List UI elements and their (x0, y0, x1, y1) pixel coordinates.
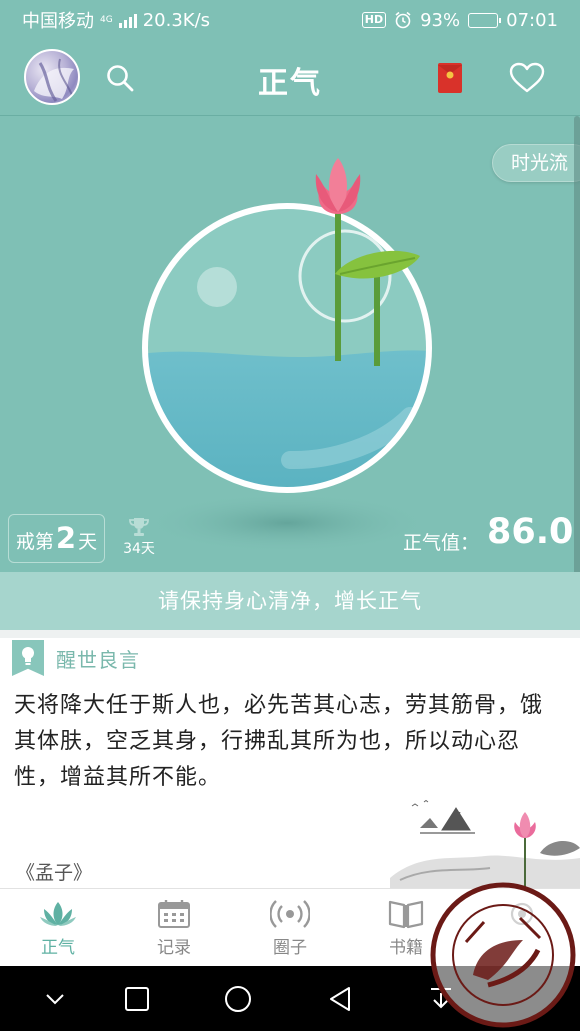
trophy-icon (129, 518, 149, 536)
lightbulb-icon (12, 640, 44, 676)
heart-icon (509, 62, 545, 93)
page-title: 正气 (258, 66, 322, 101)
scrollbar[interactable] (574, 116, 580, 572)
tab-records[interactable]: 记录 (116, 889, 232, 967)
tab-label: 书籍 (389, 938, 423, 958)
clock: 07:01 (506, 9, 558, 31)
app-header: 正气 (0, 40, 580, 116)
tab-label: 圈子 (273, 938, 307, 958)
tab-circle[interactable]: 圈子 (232, 889, 348, 967)
battery-percent: 93% (420, 9, 461, 31)
triangle-back-icon (330, 987, 350, 1011)
tab-label: 正气 (41, 938, 75, 958)
quote-text: 天将降大任于斯人也，必先苦其心志，劳其筋骨，饿其体肤，空乏其身，行拂乱其所为也，… (14, 693, 544, 790)
zhengqi-value: 86.0 (487, 512, 574, 552)
motto-banner: 请保持身心清净，增长正气 (0, 572, 580, 630)
tab-label: 记录 (157, 938, 191, 958)
avatar-image (34, 58, 74, 102)
tab-zhengqi[interactable]: 正气 (0, 889, 116, 967)
favorites-button[interactable] (505, 58, 549, 98)
battery-icon (468, 12, 502, 28)
bowl-shadow (142, 493, 432, 553)
book-icon (388, 900, 424, 929)
status-left: 中国移动 4G 20.3K/s (22, 7, 210, 33)
network-type: 4G (100, 14, 113, 25)
quote-source: 《孟子》 (16, 862, 93, 884)
alarm-icon (395, 11, 411, 29)
lotus-icon (40, 902, 76, 926)
search-icon (107, 65, 134, 92)
calendar-icon (158, 900, 190, 928)
quote-section-title: 醒世良言 (56, 647, 140, 672)
streak-prefix: 戒第 (15, 531, 54, 553)
carrier-name: 中国移动 (22, 11, 94, 32)
signal-icon (118, 12, 137, 28)
lotus-fishbowl-illustration (142, 158, 432, 553)
best-record[interactable]: 34天 (117, 516, 161, 558)
quote-card: 醒世良言 天将降大任于斯人也，必先苦其心志，劳其筋骨，饿其体肤，空乏其身，行拂乱… (0, 638, 580, 888)
hd-icon: HD (361, 12, 387, 28)
quote-header: 醒世良言 (12, 640, 140, 676)
best-streak-text: 34天 (123, 541, 155, 557)
streak-counter[interactable]: 戒第 2 天 (8, 514, 105, 563)
status-right: HD 93% 07:01 (361, 9, 558, 31)
watermark-seal (430, 882, 576, 1028)
broadcast-icon (270, 900, 310, 928)
search-button[interactable] (100, 58, 140, 98)
ink-landscape-illustration (390, 799, 580, 888)
network-speed: 20.3K/s (142, 9, 211, 31)
lotus-flower (315, 158, 361, 214)
nav-recents-button[interactable] (120, 982, 154, 1016)
nav-home-button[interactable] (221, 982, 255, 1016)
chevron-down-icon (46, 994, 64, 1005)
time-flow-button[interactable]: 时光流 (492, 144, 580, 182)
hero-panel: 时光流 戒第 2 天 34天 正气值： 86.0 (0, 116, 580, 572)
circle-icon (225, 986, 251, 1012)
avatar[interactable] (24, 49, 80, 105)
bowl-reflection (197, 267, 237, 307)
nav-back-button[interactable] (323, 982, 357, 1016)
streak-days-value: 2 (55, 521, 77, 555)
square-icon (125, 987, 149, 1011)
zhengqi-label: 正气值： (403, 532, 480, 554)
nav-collapse-button[interactable] (38, 982, 72, 1016)
red-envelope-button[interactable] (432, 60, 468, 96)
streak-suffix: 天 (78, 531, 98, 553)
red-envelope-icon (438, 63, 462, 93)
status-bar: 中国移动 4G 20.3K/s HD 93% 07:01 (0, 0, 580, 40)
